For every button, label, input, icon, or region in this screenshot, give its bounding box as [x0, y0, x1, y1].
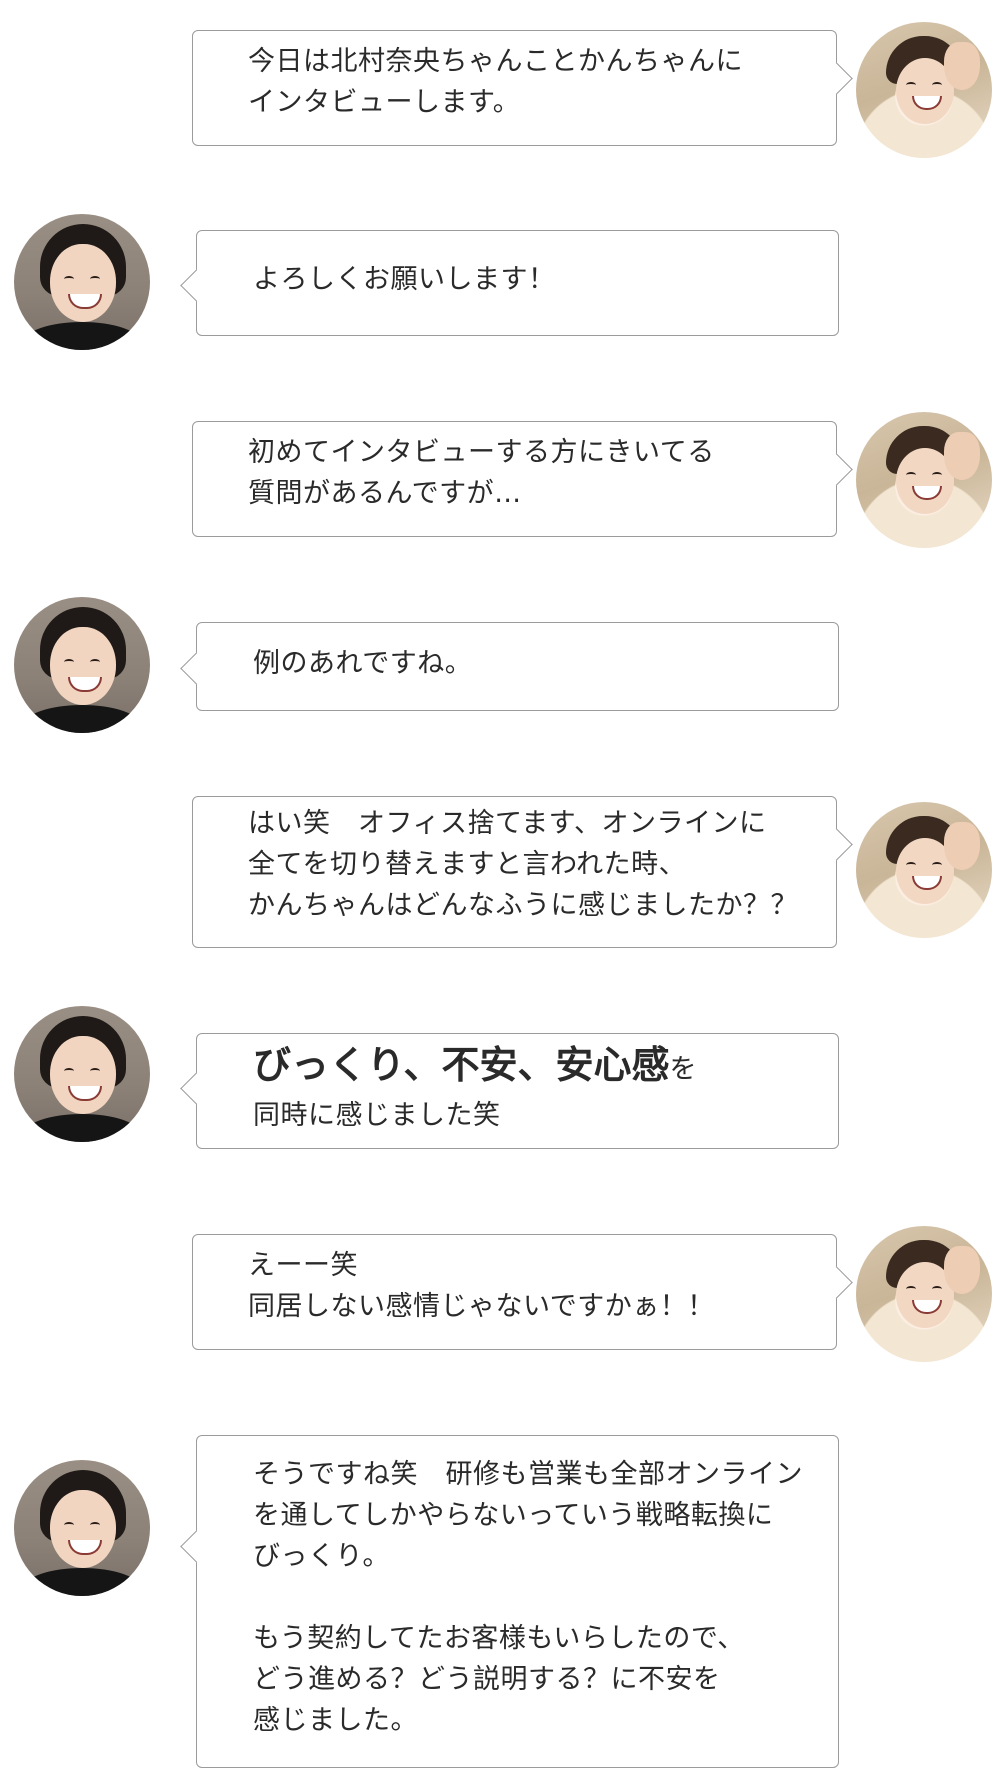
message-bubble-4: 例のあれですね。 — [180, 622, 839, 711]
message-line: 今日は北村奈央ちゃんことかんちゃんに — [248, 46, 743, 77]
bubble-tail — [180, 1530, 213, 1563]
message-line: 同時に感じました笑 — [253, 1100, 501, 1131]
message-line: 同居しない感情じゃないですかぁ！！ — [248, 1291, 715, 1322]
message-line: はい笑 オフィス捨てます、オンラインに — [248, 808, 767, 839]
interviewee-avatar — [14, 214, 150, 350]
message-line: よろしくお願いします！ — [253, 264, 556, 295]
bubble-tail — [180, 652, 213, 685]
message-bubble-3: 初めてインタビューする方にきいてる 質問があるんですが… — [192, 421, 853, 537]
message-bubble-5: はい笑 オフィス捨てます、オンラインに 全てを切り替えますと言われた時、 かんち… — [192, 796, 853, 948]
message-bubble-1: 今日は北村奈央ちゃんことかんちゃんに インタビューします。 — [192, 30, 853, 146]
message-line: そうですね笑 研修も営業も全部オンライン — [253, 1459, 803, 1490]
emphasis-suffix: を — [669, 1054, 697, 1085]
message-bubble-2: よろしくお願いします！ — [180, 230, 839, 336]
message-line: えーー笑 — [248, 1250, 358, 1281]
message-line: インタビューします。 — [248, 87, 521, 118]
chat-page: { "messages": [ {"speaker": "interviewer… — [0, 0, 1000, 1778]
message-bubble-7: えーー笑 同居しない感情じゃないですかぁ！！ — [192, 1234, 853, 1350]
message-emphasis-line: びっくり、不安、安心感を — [253, 1040, 838, 1095]
interviewer-avatar — [856, 22, 992, 158]
message-line: 感じました。 — [253, 1705, 418, 1736]
interviewee-avatar — [14, 597, 150, 733]
message-line: を通してしかやらないっていう戦略転換に — [253, 1500, 774, 1531]
message-bubble-6: びっくり、不安、安心感を 同時に感じました笑 — [180, 1033, 839, 1149]
message-line: 初めてインタビューする方にきいてる — [248, 437, 715, 468]
interviewee-avatar — [14, 1460, 150, 1596]
message-line: 全てを切り替えますと言われた時、 — [248, 849, 687, 880]
message-line: 例のあれですね。 — [253, 648, 473, 679]
message-line: かんちゃんはどんなふうに感じましたか？？ — [248, 890, 798, 921]
message-line: びっくり。 — [253, 1541, 390, 1572]
interviewee-avatar — [14, 1006, 150, 1142]
interviewer-avatar — [856, 412, 992, 548]
interviewer-avatar — [856, 802, 992, 938]
interviewer-avatar — [856, 1226, 992, 1362]
bubble-tail — [180, 1072, 213, 1105]
bubble-tail — [180, 269, 213, 302]
message-line: どう進める？どう説明する？に不安を — [253, 1664, 721, 1695]
message-line: 質問があるんですが… — [248, 478, 522, 509]
message-line: もう契約してたお客様もいらしたので、 — [253, 1623, 745, 1654]
emphasis-text: びっくり、不安、安心感 — [253, 1043, 670, 1087]
message-bubble-8: そうですね笑 研修も営業も全部オンライン を通してしかやらないっていう戦略転換に… — [180, 1435, 839, 1768]
